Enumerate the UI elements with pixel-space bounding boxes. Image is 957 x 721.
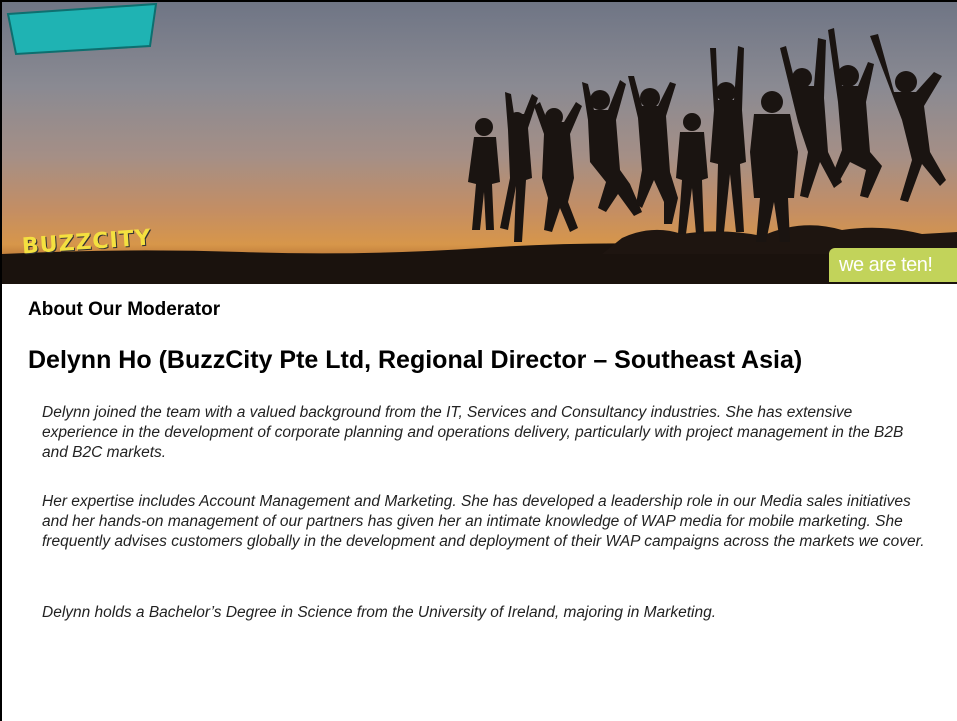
- slide: BUZZCITY we are ten! About Our Moderator…: [0, 0, 957, 721]
- tagline-text: we are ten!: [839, 254, 933, 276]
- moderator-name: Delynn Ho (BuzzCity Pte Ltd, Regional Di…: [28, 346, 803, 374]
- buzzcity-logo: [6, 2, 158, 56]
- tagline-badge: we are ten!: [829, 248, 957, 282]
- section-heading: About Our Moderator: [28, 299, 221, 320]
- bio-paragraph-1: Delynn joined the team with a valued bac…: [42, 404, 904, 461]
- bio-paragraph-3: Delynn holds a Bachelor’s Degree in Scie…: [42, 604, 717, 621]
- header-banner: BUZZCITY we are ten!: [2, 2, 957, 284]
- bio-paragraph-2: Her expertise includes Account Managemen…: [42, 493, 925, 550]
